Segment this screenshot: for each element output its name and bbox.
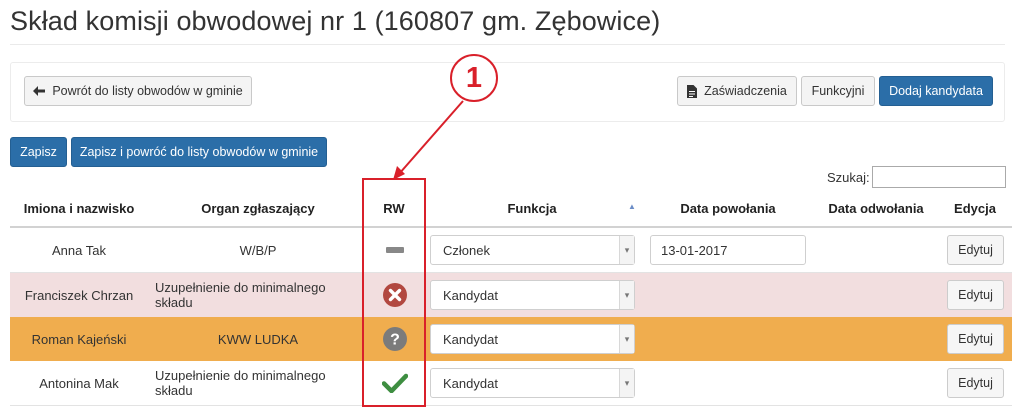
function-select-value: Kandydat bbox=[443, 331, 498, 347]
cell-organ: Uzupełnienie do minimalnego składu bbox=[155, 368, 326, 398]
rw-column-highlight bbox=[362, 178, 426, 407]
cell-appointed bbox=[650, 361, 806, 405]
save-and-return-label: Zapisz i powróć do listy obwodów w gmini… bbox=[79, 145, 319, 159]
certificates-label: Zaświadczenia bbox=[704, 84, 787, 98]
back-to-list-button[interactable]: Powrót do listy obwodów w gminie bbox=[24, 76, 252, 106]
cell-organ: KWW LUDKA bbox=[217, 331, 299, 347]
edit-button-label: Edytuj bbox=[958, 288, 993, 302]
cell-organ: W/B/P bbox=[239, 242, 277, 258]
cell-name: Roman Kajeński bbox=[31, 331, 127, 347]
column-header-function[interactable]: Funkcja bbox=[482, 201, 582, 216]
cell-name: Antonina Mak bbox=[39, 375, 119, 391]
edit-button-label: Edytuj bbox=[958, 376, 993, 390]
functional-button[interactable]: Funkcyjni bbox=[801, 76, 875, 106]
row-divider bbox=[10, 405, 1012, 406]
function-select[interactable]: Członek ▾ bbox=[430, 235, 635, 265]
title-divider bbox=[10, 44, 1005, 45]
sort-ascending-icon: ▲ bbox=[628, 202, 636, 211]
function-select-value: Kandydat bbox=[443, 375, 498, 391]
cell-organ: Uzupełnienie do minimalnego składu bbox=[155, 280, 326, 310]
chevron-down-icon: ▾ bbox=[619, 369, 634, 397]
column-header-name[interactable]: Imiona i nazwisko bbox=[20, 201, 138, 216]
cell-appointed bbox=[650, 273, 806, 317]
table-row: Roman Kajeński KWW LUDKA ? Kandydat ▾ Ed… bbox=[10, 317, 1012, 361]
table-row: Antonina Mak Uzupełnienie do minimalnego… bbox=[10, 361, 1012, 405]
functional-label: Funkcyjni bbox=[811, 84, 865, 98]
arrow-left-icon bbox=[33, 86, 46, 96]
table-row: Franciszek Chrzan Uzupełnienie do minima… bbox=[10, 273, 1012, 317]
cell-dismissed bbox=[820, 273, 940, 317]
table-row: Anna Tak W/B/P Członek ▾ 13-01-2017 Edyt… bbox=[10, 228, 1012, 272]
file-text-icon bbox=[687, 84, 698, 98]
cell-name: Franciszek Chrzan bbox=[24, 287, 134, 303]
edit-button-label: Edytuj bbox=[958, 243, 993, 257]
cell-dismissed bbox=[820, 361, 940, 405]
back-to-list-label: Powrót do listy obwodów w gminie bbox=[52, 84, 243, 98]
function-select[interactable]: Kandydat ▾ bbox=[430, 368, 635, 398]
function-select[interactable]: Kandydat ▾ bbox=[430, 280, 635, 310]
cell-appointed bbox=[650, 317, 806, 361]
edit-button-label: Edytuj bbox=[958, 332, 993, 346]
function-select-value: Członek bbox=[443, 242, 490, 258]
save-button[interactable]: Zapisz bbox=[10, 137, 67, 167]
toolbar-panel: Powrót do listy obwodów w gminie Zaświad… bbox=[10, 62, 1005, 122]
save-label: Zapisz bbox=[20, 145, 57, 159]
edit-button[interactable]: Edytuj bbox=[947, 368, 1004, 398]
edit-button[interactable]: Edytuj bbox=[947, 324, 1004, 354]
function-select[interactable]: Kandydat ▾ bbox=[430, 324, 635, 354]
search-label: Szukaj: bbox=[827, 170, 870, 185]
save-and-return-button[interactable]: Zapisz i powróć do listy obwodów w gmini… bbox=[71, 137, 327, 167]
search-input[interactable] bbox=[872, 166, 1006, 188]
add-candidate-label: Dodaj kandydata bbox=[889, 84, 983, 98]
appointment-date-input[interactable]: 13-01-2017 bbox=[650, 235, 806, 265]
column-header-organ[interactable]: Organ zgłaszający bbox=[175, 201, 341, 216]
chevron-down-icon: ▾ bbox=[619, 325, 634, 353]
edit-button[interactable]: Edytuj bbox=[947, 235, 1004, 265]
callout-number-badge: 1 bbox=[450, 54, 498, 102]
appointment-date-value: 13-01-2017 bbox=[661, 242, 728, 258]
column-header-dismissed[interactable]: Data odwołania bbox=[820, 201, 932, 216]
cell-dismissed bbox=[820, 317, 940, 361]
add-candidate-button[interactable]: Dodaj kandydata bbox=[879, 76, 993, 106]
edit-button[interactable]: Edytuj bbox=[947, 280, 1004, 310]
chevron-down-icon: ▾ bbox=[619, 236, 634, 264]
page-title: Skład komisji obwodowej nr 1 (160807 gm.… bbox=[10, 6, 661, 36]
column-header-edit[interactable]: Edycja bbox=[948, 201, 1002, 216]
cell-name: Anna Tak bbox=[52, 242, 106, 258]
certificates-button[interactable]: Zaświadczenia bbox=[677, 76, 797, 106]
column-header-appointed[interactable]: Data powołania bbox=[668, 201, 788, 216]
function-select-value: Kandydat bbox=[443, 287, 498, 303]
chevron-down-icon: ▾ bbox=[619, 281, 634, 309]
cell-dismissed bbox=[820, 228, 940, 272]
